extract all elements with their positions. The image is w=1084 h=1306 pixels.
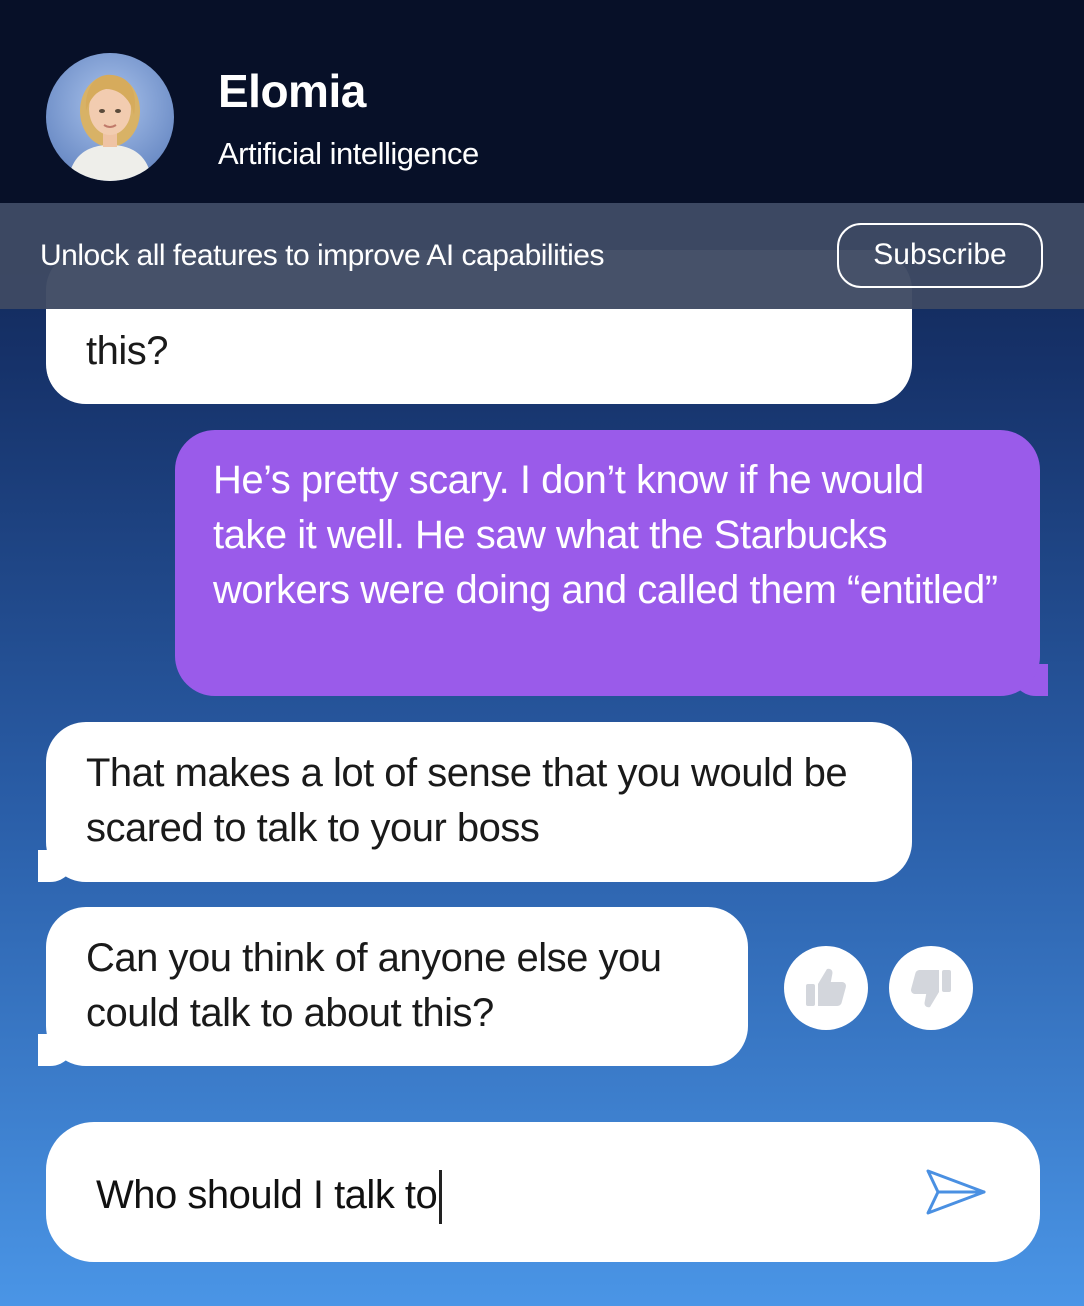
thumbs-up-icon (806, 968, 846, 1006)
avatar[interactable] (46, 53, 174, 181)
ai-message: That makes a lot of sense that you would… (38, 722, 912, 882)
send-button[interactable] (922, 1165, 992, 1219)
app-subtitle: Artificial intelligence (218, 136, 479, 171)
message-text: That makes a lot of sense that you would… (86, 751, 848, 850)
upgrade-banner: Unlock all features to improve AI capabi… (0, 203, 1084, 309)
user-message: He’s pretty scary. I don’t know if he wo… (175, 430, 1048, 696)
thumbs-down-icon (911, 970, 951, 1008)
message-text: Can you think of anyone else you could t… (86, 936, 662, 1035)
chat-header: Elomia Artificial intelligence (0, 0, 1084, 203)
message-composer: Who should I talk to (46, 1122, 1040, 1262)
send-icon (926, 1169, 986, 1215)
app-title: Elomia (218, 65, 366, 117)
avatar-portrait (68, 74, 152, 181)
message-text: He’s pretty scary. I don’t know if he wo… (213, 458, 998, 612)
upgrade-banner-text: Unlock all features to improve AI capabi… (40, 239, 604, 272)
ai-message: Can you think of anyone else you could t… (38, 907, 748, 1066)
message-text: this? (86, 329, 169, 373)
message-input[interactable]: Who should I talk to (96, 1170, 443, 1224)
subscribe-button[interactable]: Subscribe (837, 223, 1043, 288)
thumbs-up-button[interactable] (784, 946, 868, 1030)
thumbs-down-button[interactable] (889, 946, 973, 1030)
